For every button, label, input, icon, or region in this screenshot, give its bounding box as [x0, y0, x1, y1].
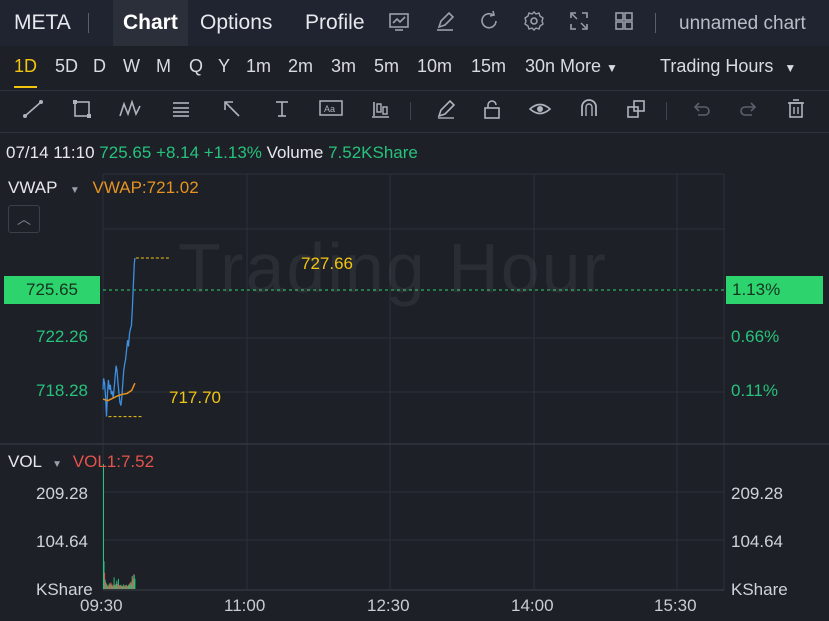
- vwap-value: VWAP:721.02: [92, 178, 199, 197]
- vwap-indicator-name: VWAP: [8, 178, 58, 197]
- current-pct-tag: 1.13%: [726, 276, 823, 304]
- high-annotation: 727.66: [301, 254, 353, 273]
- vwap-indicator-selector[interactable]: VWAP ▼ VWAP:721.02: [8, 178, 199, 198]
- vol-y-tick-label: 104.64: [36, 532, 88, 551]
- y-tick-label: 722.26: [36, 327, 88, 346]
- vol-y-tick-label: 209.28: [36, 484, 88, 503]
- y-tick-pct-label: 0.66%: [731, 327, 780, 346]
- collapse-panel-button[interactable]: ︿: [8, 205, 40, 233]
- watermark-text: Trading Hour: [178, 229, 608, 307]
- x-tick-label: 11:00: [224, 596, 266, 615]
- chevron-down-icon: ▼: [52, 459, 63, 470]
- current-price-tag: 725.65: [4, 276, 100, 304]
- chart-canvas[interactable]: [0, 0, 829, 621]
- volume-bar: [134, 578, 136, 589]
- volume-bars: [103, 464, 136, 589]
- vol-indicator-name: VOL: [8, 452, 42, 471]
- x-tick-label: 15:30: [654, 596, 697, 615]
- vol-y-tick-label: 209.28: [731, 484, 783, 503]
- chevron-up-icon: ︿: [17, 211, 31, 227]
- price-series-line: [102, 257, 136, 417]
- vol-y-tick-label: 104.64: [731, 532, 783, 551]
- vol-unit-label: KShare: [731, 580, 788, 599]
- x-tick-label: 09:30: [80, 596, 123, 615]
- x-tick-label: 12:30: [367, 596, 410, 615]
- y-tick-pct-label: 0.11%: [731, 381, 778, 400]
- low-annotation: 717.70: [169, 388, 221, 407]
- vol-value: VOL1:7.52: [72, 452, 155, 471]
- chevron-down-icon: ▼: [69, 185, 80, 196]
- x-tick-label: 14:00: [511, 596, 554, 615]
- vol-indicator-selector[interactable]: VOL ▼ VOL1:7.52: [8, 452, 154, 472]
- y-tick-label: 718.28: [36, 381, 88, 400]
